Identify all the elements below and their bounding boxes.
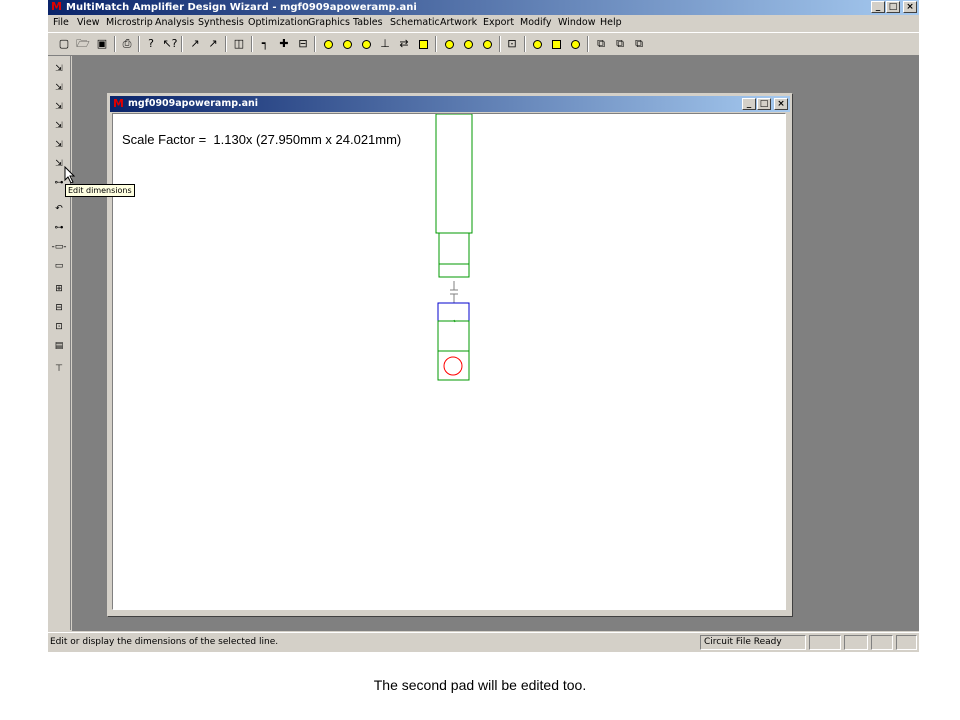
app-logo-icon: M [51,0,62,13]
menu-view[interactable]: View [77,15,100,31]
menu-schematic[interactable]: Schematic [390,15,440,31]
pad-2[interactable] [437,350,470,381]
app-titlebar: M MultiMatch Amplifier Design Wizard - m… [48,0,919,15]
menu-optimization[interactable]: Optimization [248,15,309,31]
close-button[interactable]: × [903,1,917,13]
status-file-state: Circuit File Ready [700,635,806,650]
layer1-icon[interactable]: ⧉ [593,36,609,52]
doc-close-button[interactable]: × [774,98,788,110]
document-title: mgf0909apoweramp.ani [128,98,259,109]
status-panel-4 [896,635,917,650]
minimize-button[interactable]: _ [871,1,885,13]
plus-box-icon[interactable]: ⊞ [51,281,67,297]
save-icon[interactable]: ▣ [94,36,110,52]
tooltip: Edit dimensions [65,184,135,197]
line-tool-2-icon[interactable]: ⇲ [51,80,67,96]
status-message: Edit or display the dimensions of the se… [50,637,279,647]
round-icon[interactable] [529,36,545,52]
point-icon[interactable] [479,36,495,52]
status-bar: Edit or display the dimensions of the se… [48,632,919,653]
menu-tables[interactable]: Tables [353,15,383,31]
layer3-icon[interactable]: ⧉ [631,36,647,52]
tee-icon[interactable]: ⊥ [377,36,393,52]
restore-button[interactable]: □ [886,1,900,13]
print-icon[interactable]: ⎙ [119,36,135,52]
left-toolbar: ⇲ ⇲ ⇲ ⇲ ⇲ ⇲ ⊶ ↶ ⊶ -▭- ▭ ⊞ ⊟ ⊡ ▤ ⊤ [48,56,71,630]
pad-1[interactable] [437,320,470,352]
line-tool-1-icon[interactable]: ⇲ [51,61,67,77]
transmission-line-2[interactable] [438,232,470,265]
bend-icon[interactable]: ┑ [257,36,273,52]
line-tool-4-icon[interactable]: ⇲ [51,118,67,134]
dot-box-icon[interactable]: ⊡ [51,319,67,335]
transmission-line-1[interactable] [435,114,473,234]
app-title: MultiMatch Amplifier Design Wizard - mgf… [66,2,417,13]
menu-export[interactable]: Export [483,15,514,31]
target-icon[interactable] [460,36,476,52]
coupler-icon[interactable]: ⇄ [396,36,412,52]
via-hole[interactable] [443,356,463,376]
main-toolbar: ▢ 🗁 ▣ ⎙ ? ↖? ↗ ↗ ◫ ┑ ✚ ⊟ ⊥ ⇄ ⊡ ⧉ ⧉ ⧉ [48,32,919,56]
menu-artwork[interactable]: Artwork [440,15,477,31]
line-tool-5-icon[interactable]: ⇲ [51,137,67,153]
undo-icon[interactable]: ↶ [51,201,67,217]
open-folder-icon[interactable]: 🗁 [75,36,91,52]
mouse-cursor-icon [64,166,76,184]
square-icon[interactable] [548,36,564,52]
via-tool-icon[interactable] [358,36,374,52]
doc-restore-button[interactable]: □ [757,98,771,110]
stretch-icon[interactable]: ◫ [231,36,247,52]
status-panel-1 [809,635,841,650]
selected-pad[interactable] [437,302,470,322]
rect-icon[interactable]: ▭ [51,258,67,274]
menu-graphics[interactable]: Graphics [308,15,350,31]
document-logo-icon: M [113,97,124,110]
taper-icon[interactable] [415,36,431,52]
menu-bar: File View Microstrip Analysis Synthesis … [48,15,919,31]
doc-minimize-button[interactable]: _ [742,98,756,110]
smith-icon[interactable] [441,36,457,52]
menu-modify[interactable]: Modify [520,15,551,31]
document-window: M mgf0909apoweramp.ani _ □ × Scale Facto… [107,93,793,617]
menu-synthesis[interactable]: Synthesis [198,15,244,31]
layout-canvas[interactable]: Scale Factor = 1.130x (27.950mm x 24.021… [112,113,786,610]
circle-tool-icon[interactable] [320,36,336,52]
pad-tool-icon[interactable] [339,36,355,52]
new-file-icon[interactable]: ▢ [56,36,72,52]
transmission-line-3[interactable] [438,263,470,278]
status-panel-2 [844,635,868,650]
tee-tool-icon[interactable]: ⊤ [51,361,67,377]
layout-drawing [435,114,473,381]
menu-window[interactable]: Window [558,15,595,31]
line-tool-3-icon[interactable]: ⇲ [51,99,67,115]
context-help-icon[interactable]: ↖? [162,36,178,52]
menu-file[interactable]: File [53,15,69,31]
connect-icon[interactable]: ⊶ [51,220,67,236]
minus-circle-icon[interactable] [567,36,583,52]
menu-microstrip[interactable]: Microstrip [106,15,153,31]
frame-icon[interactable]: ⊡ [504,36,520,52]
draw-line-icon[interactable]: ↗ [187,36,203,52]
minus-box-icon[interactable]: ⊟ [51,300,67,316]
help-icon[interactable]: ? [143,36,159,52]
list-box-icon[interactable]: ▤ [51,338,67,354]
caption: The second pad will be edited too. [373,677,587,693]
cross-icon[interactable]: ✚ [276,36,292,52]
layer2-icon[interactable]: ⧉ [612,36,628,52]
document-titlebar[interactable]: M mgf0909apoweramp.ani _ □ × [110,96,790,112]
component-icon[interactable]: ⊟ [295,36,311,52]
series-icon[interactable]: -▭- [51,239,67,255]
menu-help[interactable]: Help [600,15,622,31]
status-panel-3 [871,635,893,650]
draw-line-alt-icon[interactable]: ↗ [205,36,221,52]
menu-analysis[interactable]: Analysis [155,15,194,31]
